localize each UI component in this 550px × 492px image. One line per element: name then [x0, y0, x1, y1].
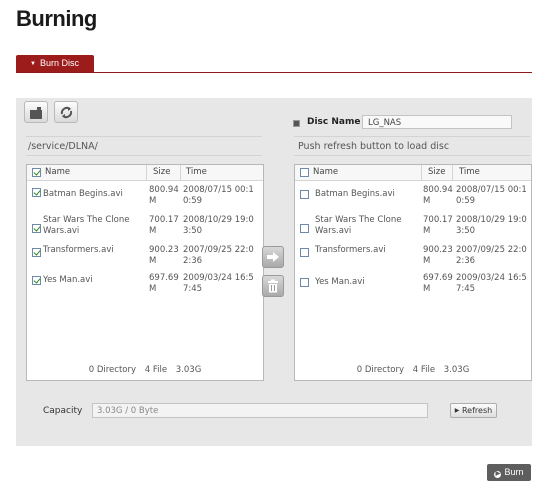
column-header-size[interactable]: Size	[428, 165, 445, 180]
table-row[interactable]: Yes Man.avi 697.69 M 2009/03/24 16:5 7:4…	[295, 271, 531, 301]
row-checkbox[interactable]	[300, 224, 309, 233]
list-summary: 0 Directory 4 File 3.03G	[295, 365, 531, 375]
file-time: 2008/07/15 00:1 0:59	[456, 185, 527, 206]
select-all-checkbox[interactable]	[300, 168, 309, 177]
table-row[interactable]: Batman Begins.avi 800.94 M 2008/07/15 00…	[27, 183, 263, 213]
file-size: 697.69 M	[423, 273, 453, 294]
row-checkbox[interactable]	[32, 276, 41, 285]
divider	[26, 136, 262, 137]
disc-name-label: Disc Name	[307, 117, 361, 127]
list-header: Name Size Time	[27, 165, 263, 181]
capacity-field: 3.03G / 0 Byte	[92, 403, 428, 418]
file-time: 2009/03/24 16:5 7:45	[183, 273, 254, 294]
burn-icon: ▶	[494, 471, 502, 478]
column-header-name[interactable]: Name	[45, 165, 70, 180]
row-checkbox[interactable]	[32, 248, 41, 257]
tab-label: Burn Disc	[39, 58, 79, 68]
column-separator	[180, 165, 181, 180]
column-header-time[interactable]: Time	[459, 165, 480, 180]
column-separator	[146, 165, 147, 180]
row-checkbox[interactable]	[300, 248, 309, 257]
burn-button[interactable]: ▶ Burn	[487, 464, 531, 481]
file-size: 697.69 M	[149, 273, 179, 294]
page-title: Burning	[16, 6, 97, 31]
list-summary: 0 Directory 4 File 3.03G	[27, 365, 263, 375]
file-name: Yes Man.avi	[43, 275, 93, 285]
capacity-label: Capacity	[43, 406, 83, 416]
source-file-list: Name Size Time Batman Begins.avi 800.94 …	[26, 164, 264, 381]
column-separator	[421, 165, 422, 180]
row-checkbox[interactable]	[32, 188, 41, 197]
burn-panel: /service/DLNA/ Disc Name LG_NAS Push ref…	[16, 98, 532, 446]
file-name: Batman Begins.avi	[43, 189, 123, 199]
folder-up-button[interactable]	[24, 101, 48, 123]
disc-name-input[interactable]: LG_NAS	[362, 115, 512, 129]
burn-button-label: Burn	[504, 467, 524, 477]
file-time: 2008/07/15 00:1 0:59	[183, 185, 254, 206]
file-size: 900.23 M	[149, 245, 179, 266]
file-time: 2007/09/25 22:0 2:36	[183, 245, 254, 266]
file-size: 800.94 M	[423, 185, 453, 206]
directory-count: 0 Directory	[356, 365, 405, 375]
total-size: 3.03G	[443, 365, 470, 375]
file-time: 2008/10/29 19:0 3:50	[456, 215, 527, 236]
tab-bar: ▼ Burn Disc	[16, 55, 532, 73]
current-path: /service/DLNA/	[28, 141, 98, 152]
total-size: 3.03G	[175, 365, 202, 375]
play-icon: ▶	[454, 407, 460, 414]
table-row[interactable]: Star Wars The Clone Wars.avi 700.17 M 20…	[27, 213, 263, 243]
disc-file-list: Name Size Time Batman Begins.avi 800.94 …	[294, 164, 532, 381]
trash-icon	[268, 279, 278, 293]
divider	[26, 155, 262, 156]
column-header-size[interactable]: Size	[153, 165, 170, 180]
file-size: 700.17 M	[149, 215, 179, 236]
row-checkbox[interactable]	[300, 278, 309, 287]
caret-down-icon: ▼	[30, 61, 36, 67]
file-time: 2008/10/29 19:0 3:50	[183, 215, 254, 236]
file-name: Yes Man.avi	[315, 277, 365, 287]
column-header-time[interactable]: Time	[186, 165, 207, 180]
column-separator	[452, 165, 453, 180]
divider	[294, 155, 530, 156]
file-size: 900.23 M	[423, 245, 453, 266]
file-name: Star Wars The Clone Wars.avi	[43, 215, 130, 236]
divider	[294, 136, 530, 137]
file-name: Batman Begins.avi	[315, 189, 395, 199]
row-checkbox[interactable]	[300, 190, 309, 199]
load-disc-hint: Push refresh button to load disc	[298, 141, 450, 152]
add-to-disc-button[interactable]	[262, 246, 284, 268]
file-size: 800.94 M	[149, 185, 179, 206]
file-name: Transformers.avi	[315, 245, 386, 255]
file-name: Star Wars The Clone Wars.avi	[315, 215, 402, 236]
folder-up-icon	[30, 107, 42, 119]
file-count: 4 File	[412, 365, 436, 375]
file-time: 2009/03/24 16:5 7:45	[456, 273, 527, 294]
list-header: Name Size Time	[295, 165, 531, 181]
refresh-button-label: Refresh	[461, 406, 493, 415]
remove-from-disc-button[interactable]	[262, 275, 284, 297]
refresh-button[interactable]: ▶ Refresh	[450, 403, 497, 418]
table-row[interactable]: Batman Begins.avi 800.94 M 2008/07/15 00…	[295, 183, 531, 213]
refresh-list-button[interactable]	[54, 101, 78, 123]
file-size: 700.17 M	[423, 215, 453, 236]
table-row[interactable]: Transformers.avi 900.23 M 2007/09/25 22:…	[27, 243, 263, 273]
refresh-icon	[60, 106, 73, 119]
file-count: 4 File	[144, 365, 168, 375]
tab-burn-disc[interactable]: ▼ Burn Disc	[16, 55, 94, 72]
row-checkbox[interactable]	[32, 224, 41, 233]
arrow-right-icon	[267, 252, 279, 262]
directory-count: 0 Directory	[88, 365, 137, 375]
file-time: 2007/09/25 22:0 2:36	[456, 245, 527, 266]
table-row[interactable]: Yes Man.avi 697.69 M 2009/03/24 16:5 7:4…	[27, 271, 263, 301]
table-row[interactable]: Star Wars The Clone Wars.avi 700.17 M 20…	[295, 213, 531, 243]
column-header-name[interactable]: Name	[313, 165, 338, 180]
file-name: Transformers.avi	[43, 245, 114, 255]
select-all-checkbox[interactable]	[32, 168, 41, 177]
table-row[interactable]: Transformers.avi 900.23 M 2007/09/25 22:…	[295, 243, 531, 273]
bullet-icon	[293, 120, 300, 127]
